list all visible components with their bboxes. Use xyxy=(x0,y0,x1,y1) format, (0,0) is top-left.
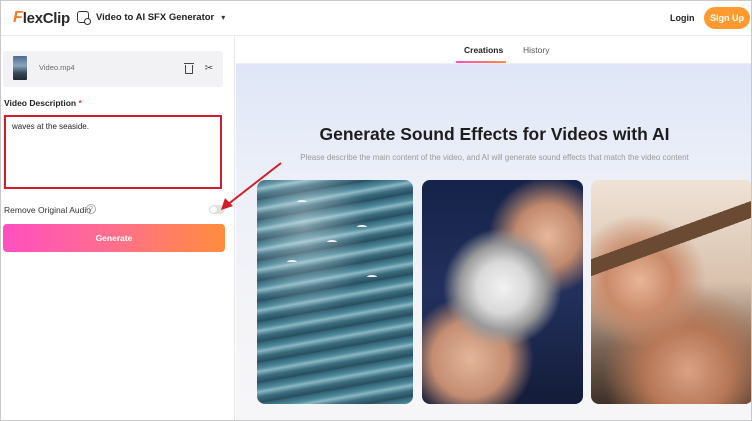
help-icon[interactable]: ? xyxy=(86,204,96,214)
signup-button[interactable]: Sign Up xyxy=(704,7,750,29)
seagull-shape xyxy=(287,260,297,264)
login-link[interactable]: Login xyxy=(670,13,695,23)
top-header: FlexClip Video to AI SFX Generator ▾ Log… xyxy=(1,1,751,36)
video-tool-icon xyxy=(77,11,91,25)
tool-name: Video to AI SFX Generator xyxy=(96,11,215,23)
remove-audio-row: Remove Original Audio ? xyxy=(4,204,225,218)
trim-video-button[interactable]: ✂ xyxy=(201,60,217,76)
video-thumbnail xyxy=(13,56,27,80)
right-panel: Creations History Generate Sound Effects… xyxy=(236,37,751,420)
uploaded-file-card: Video.mp4 ✂ xyxy=(3,51,223,87)
trash-icon xyxy=(184,62,194,74)
video-description-label: Video Description * xyxy=(4,98,82,108)
tab-bar: Creations History xyxy=(236,37,751,64)
video-description-input[interactable]: waves at the seaside. xyxy=(4,115,222,189)
annotation-arrow-icon xyxy=(221,162,282,210)
example-card-hammer[interactable] xyxy=(591,180,751,404)
seagull-shape xyxy=(297,200,307,204)
chevron-down-icon: ▾ xyxy=(221,12,226,22)
tab-history[interactable]: History xyxy=(523,45,549,55)
app-window: FlexClip Video to AI SFX Generator ▾ Log… xyxy=(0,0,752,421)
tab-creations[interactable]: Creations xyxy=(464,45,503,55)
hero-section: Generate Sound Effects for Videos with A… xyxy=(236,64,751,420)
logo-mark: F xyxy=(13,9,23,26)
file-name: Video.mp4 xyxy=(39,63,75,72)
logo-text: lexClip xyxy=(22,9,70,27)
delete-file-button[interactable] xyxy=(181,60,197,76)
seagull-shape xyxy=(367,275,377,279)
active-tab-indicator xyxy=(456,61,506,63)
tool-selector[interactable]: Video to AI SFX Generator ▾ xyxy=(77,11,226,25)
remove-audio-label: Remove Original Audio xyxy=(4,205,91,215)
seagull-shape xyxy=(327,240,337,244)
hero-subtitle: Please describe the main content of the … xyxy=(300,153,689,162)
flexclip-logo[interactable]: FlexClip xyxy=(13,8,70,28)
example-card-kitten[interactable] xyxy=(422,180,583,404)
description-label-text: Video Description xyxy=(4,98,77,108)
required-mark: * xyxy=(78,98,82,108)
seagull-shape xyxy=(357,225,367,229)
generate-button[interactable]: Generate xyxy=(3,224,225,252)
left-panel: Video.mp4 ✂ Video Description * waves at… xyxy=(1,37,235,420)
hero-title: Generate Sound Effects for Videos with A… xyxy=(319,124,670,144)
scissors-icon: ✂ xyxy=(204,62,214,74)
